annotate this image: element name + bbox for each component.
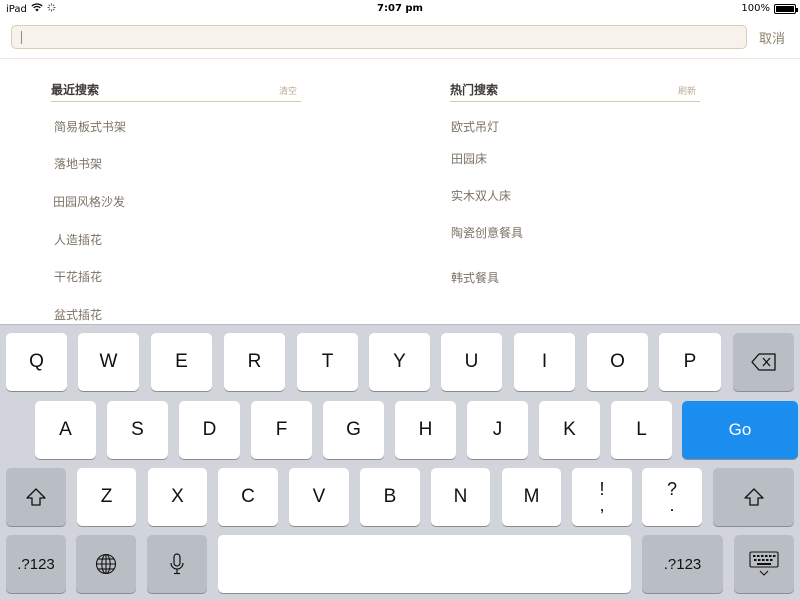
shift-icon <box>26 488 46 506</box>
hot-searches-title: 热门搜索 <box>450 83 499 97</box>
hot-search-item[interactable]: 陶瓷创意餐具 <box>451 224 523 241</box>
hot-searches-section: 热门搜索 刷新 欧式吊灯 田园床 实木双人床 陶瓷创意餐具 韩式餐具 <box>450 80 700 285</box>
recent-searches-section: 最近搜索 清空 简易板式书架 落地书架 田园风格沙发 人造插花 干花插花 盆式插… <box>51 80 301 322</box>
key-comma-label: , <box>599 495 605 515</box>
search-input[interactable] <box>12 26 746 48</box>
search-box[interactable] <box>11 25 747 49</box>
key-u[interactable]: U <box>441 333 502 391</box>
key-n[interactable]: N <box>431 468 490 526</box>
dictation-key[interactable] <box>147 535 207 593</box>
battery-percent: 100% <box>741 3 770 14</box>
clock: 7:07 pm <box>377 3 423 14</box>
backspace-icon <box>750 353 777 371</box>
key-v[interactable]: V <box>289 468 349 526</box>
hot-search-item[interactable]: 实木双人床 <box>451 187 511 204</box>
key-h[interactable]: H <box>395 401 456 459</box>
key-k[interactable]: K <box>539 401 600 459</box>
clear-button[interactable]: 清空 <box>279 84 297 97</box>
key-m[interactable]: M <box>502 468 561 526</box>
key-z[interactable]: Z <box>77 468 136 526</box>
key-l[interactable]: L <box>611 401 672 459</box>
hide-keyboard-icon <box>749 551 779 577</box>
keyboard: Q W E R T Y U I O P A S D F G H J K L Go… <box>0 324 800 600</box>
key-i[interactable]: I <box>514 333 575 391</box>
shift-icon <box>743 488 764 506</box>
recent-search-item[interactable]: 田园风格沙发 <box>53 193 125 210</box>
key-j[interactable]: J <box>467 401 528 459</box>
hot-search-item[interactable]: 田园床 <box>451 150 487 167</box>
hide-keyboard-key[interactable] <box>734 535 794 593</box>
text-caret <box>21 31 22 44</box>
key-r[interactable]: R <box>224 333 285 391</box>
key-a[interactable]: A <box>35 401 96 459</box>
key-y[interactable]: Y <box>369 333 430 391</box>
recent-search-item[interactable]: 简易板式书架 <box>54 118 126 135</box>
hot-search-item[interactable]: 韩式餐具 <box>451 269 499 286</box>
key-f[interactable]: F <box>251 401 312 459</box>
recent-search-item[interactable]: 落地书架 <box>54 155 102 172</box>
key-q[interactable]: Q <box>6 333 67 391</box>
key-s[interactable]: S <box>107 401 168 459</box>
recent-search-item[interactable]: 人造插花 <box>54 231 102 248</box>
globe-icon <box>95 553 117 575</box>
shift-key-right[interactable] <box>713 468 794 526</box>
globe-key[interactable] <box>76 535 136 593</box>
status-bar: iPad 7:07 pm 100% <box>0 0 800 18</box>
divider <box>0 58 800 59</box>
battery-fill <box>776 5 794 12</box>
numbers-key-left[interactable]: .?123 <box>6 535 66 593</box>
recent-search-item[interactable]: 盆式插花 <box>54 306 102 323</box>
key-e[interactable]: E <box>151 333 212 391</box>
recent-searches-title: 最近搜索 <box>51 83 100 97</box>
key-p[interactable]: P <box>659 333 721 391</box>
refresh-button[interactable]: 刷新 <box>678 84 696 97</box>
backspace-key[interactable] <box>733 333 794 391</box>
key-b[interactable]: B <box>360 468 420 526</box>
key-period-label: . <box>669 495 675 515</box>
recent-searches-header: 最近搜索 清空 <box>51 80 301 102</box>
space-bar[interactable] <box>218 535 631 593</box>
key-t[interactable]: T <box>297 333 358 391</box>
key-d[interactable]: D <box>179 401 240 459</box>
key-w[interactable]: W <box>78 333 139 391</box>
cancel-button[interactable]: 取消 <box>759 28 785 47</box>
numbers-key-right[interactable]: .?123 <box>642 535 723 593</box>
battery-icon <box>774 3 798 14</box>
hot-searches-header: 热门搜索 刷新 <box>450 80 700 102</box>
shift-key-left[interactable] <box>6 468 66 526</box>
key-g[interactable]: G <box>323 401 384 459</box>
key-x[interactable]: X <box>148 468 207 526</box>
go-button[interactable]: Go <box>682 401 798 459</box>
key-question-period[interactable]: ? . <box>642 468 702 526</box>
status-right: 100% <box>741 3 798 14</box>
key-o[interactable]: O <box>587 333 648 391</box>
microphone-icon <box>170 553 184 575</box>
key-c[interactable]: C <box>218 468 278 526</box>
recent-search-item[interactable]: 干花插花 <box>54 268 102 285</box>
key-exclamation-comma[interactable]: ! , <box>572 468 632 526</box>
hot-search-item[interactable]: 欧式吊灯 <box>451 118 499 135</box>
